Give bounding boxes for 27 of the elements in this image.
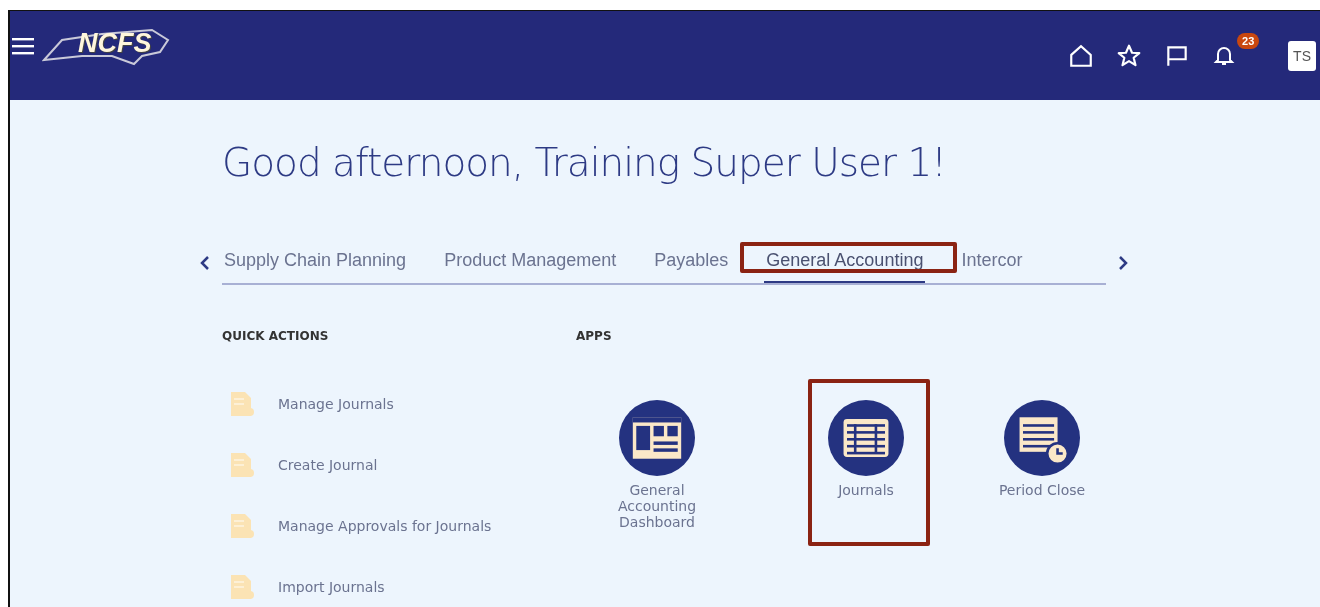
quick-action-link[interactable]: Manage Journals: [278, 395, 394, 412]
tab[interactable]: General Accounting: [764, 250, 926, 283]
app-icon[interactable]: [828, 400, 904, 476]
app-label[interactable]: General Accounting Dashboard: [602, 482, 712, 530]
document-icon: [228, 511, 256, 540]
tab[interactable]: Supply Chain Planning: [222, 250, 409, 283]
home-icon[interactable]: [1068, 42, 1095, 69]
quick-action-link[interactable]: Import Journals: [278, 578, 385, 595]
quick-action-link[interactable]: Manage Approvals for Journals: [278, 517, 492, 534]
app-label[interactable]: Period Close: [987, 482, 1097, 498]
app-icon[interactable]: [1004, 400, 1080, 476]
notification-badge: 23: [1237, 32, 1260, 49]
menu-icon[interactable]: [12, 36, 34, 55]
app-label[interactable]: Journals: [811, 482, 921, 498]
tab[interactable]: Intercor: [959, 250, 1025, 283]
greeting: Good afternoon, Training Super User 1!: [222, 140, 947, 185]
document-icon: [228, 389, 256, 418]
document-icon: [228, 572, 256, 601]
document-icon: [228, 450, 256, 479]
quick-action-link[interactable]: Create Journal: [278, 456, 378, 473]
section-heading: QUICK ACTIONS: [222, 329, 330, 343]
star-icon[interactable]: [1116, 42, 1143, 69]
app-icon[interactable]: [619, 400, 695, 476]
user-avatar[interactable]: TS: [1288, 40, 1316, 71]
tab[interactable]: Product Management: [442, 250, 619, 283]
tab[interactable]: Payables: [652, 250, 731, 283]
section-heading: APPS: [576, 329, 613, 343]
